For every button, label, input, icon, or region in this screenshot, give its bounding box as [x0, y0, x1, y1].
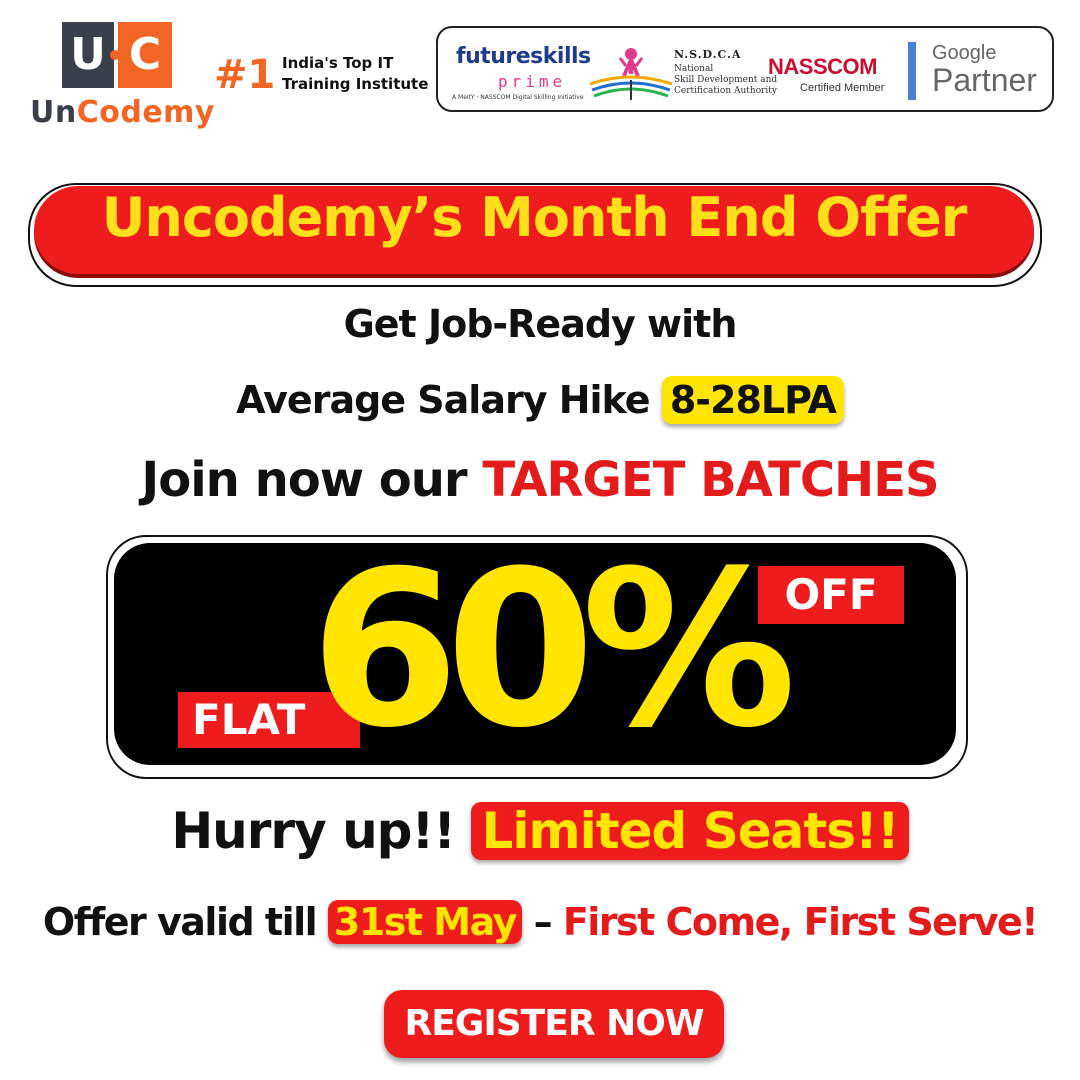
- logo-letter-c: C: [118, 22, 172, 88]
- logo-letter-u: U: [62, 22, 114, 88]
- join-line: Join now our TARGET BATCHES: [141, 452, 939, 508]
- job-ready-line: Get Job-Ready with: [343, 302, 738, 346]
- target-batches: TARGET BATCHES: [482, 452, 939, 508]
- off-label: OFF: [758, 566, 904, 624]
- partner-logos: futureskills prime A MeitY · NASSCOM Dig…: [436, 26, 1054, 112]
- nasscom-subtitle: Certified Member: [800, 82, 885, 94]
- rank-text: India's Top IT Training Institute: [282, 54, 429, 93]
- register-now-button[interactable]: REGISTER NOW: [384, 990, 724, 1058]
- valid-date-badge: 31st May: [327, 900, 522, 944]
- rank-badge: #1: [214, 52, 276, 98]
- limited-seats-badge: Limited Seats!!: [471, 802, 909, 860]
- salary-range-badge: 8-28LPA: [661, 376, 844, 424]
- salary-hike-line: Average Salary Hike 8-28LPA: [0, 376, 1080, 424]
- first-come-text: First Come, First Serve!: [562, 900, 1039, 944]
- validity-line: Offer valid till 31st May – First Come, …: [42, 900, 1039, 944]
- partner-label: Partner: [932, 62, 1037, 98]
- logo-dot-icon: [110, 50, 120, 60]
- offer-title: Uncodemy’s Month End Offer: [101, 186, 968, 249]
- brand-name: UnCodemy: [30, 95, 215, 130]
- uncodemy-logo: U C: [62, 22, 174, 92]
- futureskills-prime: prime: [498, 72, 567, 91]
- google-partner-bar-icon: [908, 42, 916, 100]
- futureskills-logo: futureskills: [456, 44, 591, 69]
- futureskills-tagline: A MeitY · NASSCOM Digital Skilling Initi…: [452, 94, 584, 101]
- nsdca-book-icon: [589, 48, 673, 100]
- nsdca-subtitle: National Skill Development and Certifica…: [674, 64, 778, 96]
- discount-value: 60%: [310, 524, 797, 775]
- nsdca-title: N.S.D.C.A: [674, 48, 742, 61]
- hurry-line: Hurry up!! Limited Seats!!: [0, 802, 1080, 860]
- nasscom-logo: NASSCOM: [768, 54, 877, 79]
